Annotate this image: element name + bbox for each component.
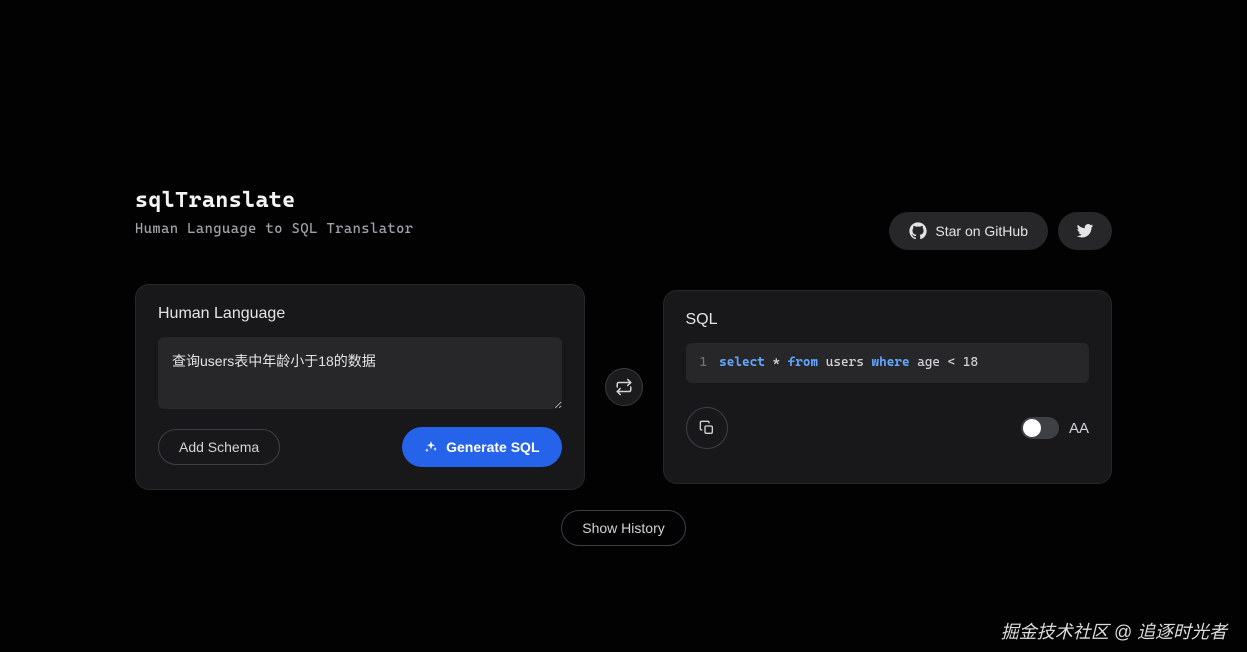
input-panel: Human Language Add Schema Generate SQL: [135, 284, 585, 490]
sql-code: select * from users where age < 18: [719, 355, 978, 371]
star-github-label: Star on GitHub: [935, 223, 1028, 239]
line-number: 1: [700, 355, 708, 371]
footer: Show History: [0, 510, 1247, 546]
swap-icon: [615, 378, 633, 396]
generate-sql-label: Generate SQL: [446, 439, 539, 455]
add-schema-button[interactable]: Add Schema: [158, 429, 280, 465]
github-icon: [909, 222, 927, 240]
title-block: sqlTranslate Human Language to SQL Trans…: [135, 188, 414, 237]
app-title: sqlTranslate: [135, 188, 414, 213]
swap-button[interactable]: [605, 368, 643, 406]
main: Human Language Add Schema Generate SQL S…: [0, 250, 1247, 490]
twitter-icon: [1076, 222, 1094, 240]
sql-output: 1 select * from users where age < 18: [686, 343, 1090, 383]
show-history-button[interactable]: Show History: [561, 510, 685, 546]
output-panel: SQL 1 select * from users where age < 18…: [663, 290, 1113, 484]
input-panel-actions: Add Schema Generate SQL: [158, 427, 562, 467]
watermark: 掘金技术社区 @ 追逐时光者: [1001, 618, 1227, 644]
header: sqlTranslate Human Language to SQL Trans…: [0, 0, 1247, 250]
human-language-input[interactable]: [158, 337, 562, 409]
output-panel-title: SQL: [686, 311, 1090, 329]
twitter-button[interactable]: [1058, 212, 1112, 250]
header-actions: Star on GitHub: [889, 212, 1112, 250]
case-toggle[interactable]: [1021, 417, 1059, 439]
sparkle-icon: [424, 440, 438, 454]
copy-button[interactable]: [686, 407, 728, 449]
copy-icon: [699, 420, 715, 436]
output-panel-actions: AA: [686, 407, 1090, 449]
toggle-knob: [1023, 419, 1041, 437]
app-subtitle: Human Language to SQL Translator: [135, 221, 414, 237]
aa-label: AA: [1069, 420, 1089, 437]
generate-sql-button[interactable]: Generate SQL: [402, 427, 561, 467]
case-toggle-wrap: AA: [1021, 417, 1089, 439]
input-panel-title: Human Language: [158, 305, 562, 323]
star-github-button[interactable]: Star on GitHub: [889, 212, 1048, 250]
